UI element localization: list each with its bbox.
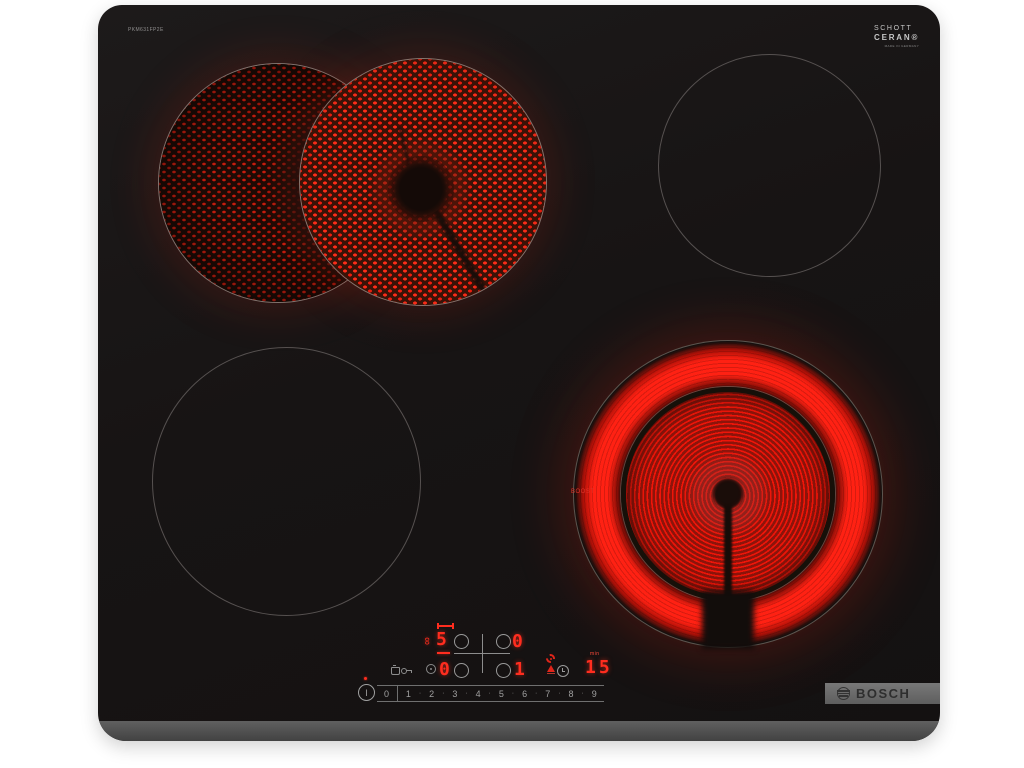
- burner-front-left: [152, 347, 421, 616]
- dual-zone-indicator: ∞: [421, 637, 433, 645]
- element-connector-shadow: [702, 591, 754, 649]
- clock-minute-hand: [562, 671, 565, 672]
- slider-dot: ·: [442, 690, 444, 697]
- power-button[interactable]: I: [358, 684, 375, 701]
- selected-zone-underline: [437, 652, 450, 654]
- key-stem: [406, 670, 412, 671]
- burner-center-sensor: [394, 162, 448, 216]
- slider-dot: ·: [419, 690, 421, 697]
- front-trim: [98, 721, 940, 741]
- inner-heating-disc: [621, 387, 835, 601]
- power-label: I: [365, 688, 368, 698]
- status-dot: [364, 677, 367, 680]
- schott-ceran-logo: SCHOTT CERAN® MADE IN GERMANY: [874, 25, 919, 49]
- display-rear-left: 5: [436, 631, 447, 649]
- bosch-badge: BOSCH: [825, 683, 940, 704]
- slider-dot: ·: [512, 690, 514, 697]
- slider-number[interactable]: 5: [499, 689, 504, 699]
- ceramic-hob: PKM631FP2E SCHOTT CERAN® MADE IN GERMANY: [98, 5, 940, 741]
- display-rear-right: 0: [512, 633, 523, 651]
- zone-cross-divider-horizontal: [454, 653, 510, 654]
- gear-indicator-icon: [546, 654, 555, 663]
- slider-dot: ·: [558, 690, 560, 697]
- slider-number[interactable]: 0: [384, 689, 389, 699]
- warning-triangle-icon: [547, 665, 555, 672]
- zone-select-front-right[interactable]: [496, 663, 511, 678]
- burner-rear-left-combi: [158, 53, 548, 309]
- slider-number[interactable]: 1: [406, 689, 411, 699]
- timer-clock-icon[interactable]: [557, 665, 569, 677]
- slider-number[interactable]: 7: [545, 689, 550, 699]
- slider-number[interactable]: 4: [476, 689, 481, 699]
- slider-dot: ·: [465, 690, 467, 697]
- slider-number[interactable]: 6: [522, 689, 527, 699]
- schott-logo-line1: SCHOTT: [874, 25, 919, 33]
- timer-display: 15: [585, 659, 613, 677]
- slider-dot: ·: [581, 690, 583, 697]
- pan-icon: [391, 667, 400, 675]
- slider-number[interactable]: 9: [592, 689, 597, 699]
- burner-center-sensor: [714, 479, 742, 507]
- display-front-right: 1: [514, 661, 525, 679]
- burner-rear-right: [658, 54, 881, 277]
- model-label: PKM631FP2E: [128, 27, 164, 33]
- bosch-logo-text: BOSCH: [856, 686, 910, 701]
- schott-logo-subline: MADE IN GERMANY: [874, 45, 919, 48]
- schott-logo-line2: CERAN®: [874, 33, 919, 42]
- slider-dot: ·: [489, 690, 491, 697]
- slider-tick: [397, 686, 398, 701]
- zone-select-front-left[interactable]: [454, 663, 469, 678]
- boost-label: BOOST: [571, 489, 595, 495]
- burner-rear-left-main: [299, 58, 547, 306]
- slider-number[interactable]: 3: [452, 689, 457, 699]
- extended-zone-icon: [437, 623, 454, 629]
- bosch-armature-icon: [837, 687, 850, 700]
- display-front-left: 0: [439, 661, 450, 679]
- power-level-slider[interactable]: 0 1 · 2 · 3 · 4 · 5 · 6 · 7 · 8 · 9: [377, 685, 604, 702]
- temperature-limiter-rod: [724, 496, 732, 601]
- auto-function-icon: [426, 664, 436, 674]
- childlock-key-icon[interactable]: [391, 664, 413, 676]
- slider-dot: ·: [535, 690, 537, 697]
- zone-select-rear-left[interactable]: [454, 634, 469, 649]
- slider-number[interactable]: 8: [569, 689, 574, 699]
- zone-select-rear-right[interactable]: [496, 634, 511, 649]
- burner-front-right: [573, 340, 883, 648]
- slider-number[interactable]: 2: [429, 689, 434, 699]
